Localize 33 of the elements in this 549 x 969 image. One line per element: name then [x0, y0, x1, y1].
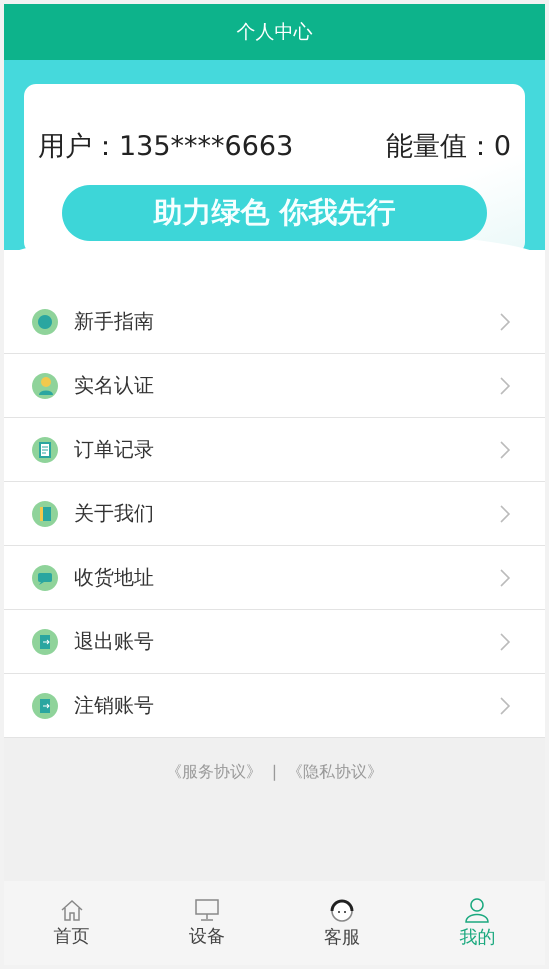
- user-icon: [464, 897, 490, 923]
- menu-item[interactable]: 订单记录: [4, 418, 545, 482]
- menu-item[interactable]: 收货地址: [4, 546, 545, 610]
- headset-icon: [329, 897, 356, 923]
- chevron-icon: [499, 376, 511, 396]
- menu-icon: [32, 372, 58, 398]
- menu-icon: [32, 564, 58, 590]
- energy-value: 能量值：0: [386, 130, 511, 164]
- home-icon: [58, 898, 85, 922]
- tab-item[interactable]: 设备: [139, 881, 274, 965]
- separator: |: [272, 762, 278, 783]
- chevron-icon: [499, 312, 511, 332]
- menu-item[interactable]: 实名认证: [4, 354, 545, 418]
- chevron-icon: [499, 440, 511, 460]
- monitor-icon: [194, 898, 220, 922]
- user-phone: 用户：135****6663: [38, 130, 294, 164]
- chevron-icon: [499, 632, 511, 652]
- menu-item[interactable]: 退出账号: [4, 610, 545, 674]
- menu-icon: [32, 308, 58, 334]
- page-title: 个人中心: [4, 4, 545, 60]
- menu-icon: [32, 500, 58, 526]
- slogan-banner: 助力绿色 你我先行: [62, 185, 487, 241]
- chevron-icon: [499, 568, 511, 588]
- menu-icon: [32, 628, 58, 654]
- tab-item[interactable]: 首页: [4, 881, 140, 965]
- menu-item[interactable]: 关于我们: [4, 482, 545, 546]
- menu-item[interactable]: 注销账号: [4, 674, 545, 738]
- menu-icon: [32, 436, 58, 462]
- chevron-icon: [499, 696, 511, 716]
- menu-item[interactable]: 新手指南: [4, 290, 545, 354]
- menu-icon: [32, 692, 58, 718]
- chevron-icon: [499, 504, 511, 524]
- tab-item[interactable]: 客服: [274, 881, 410, 965]
